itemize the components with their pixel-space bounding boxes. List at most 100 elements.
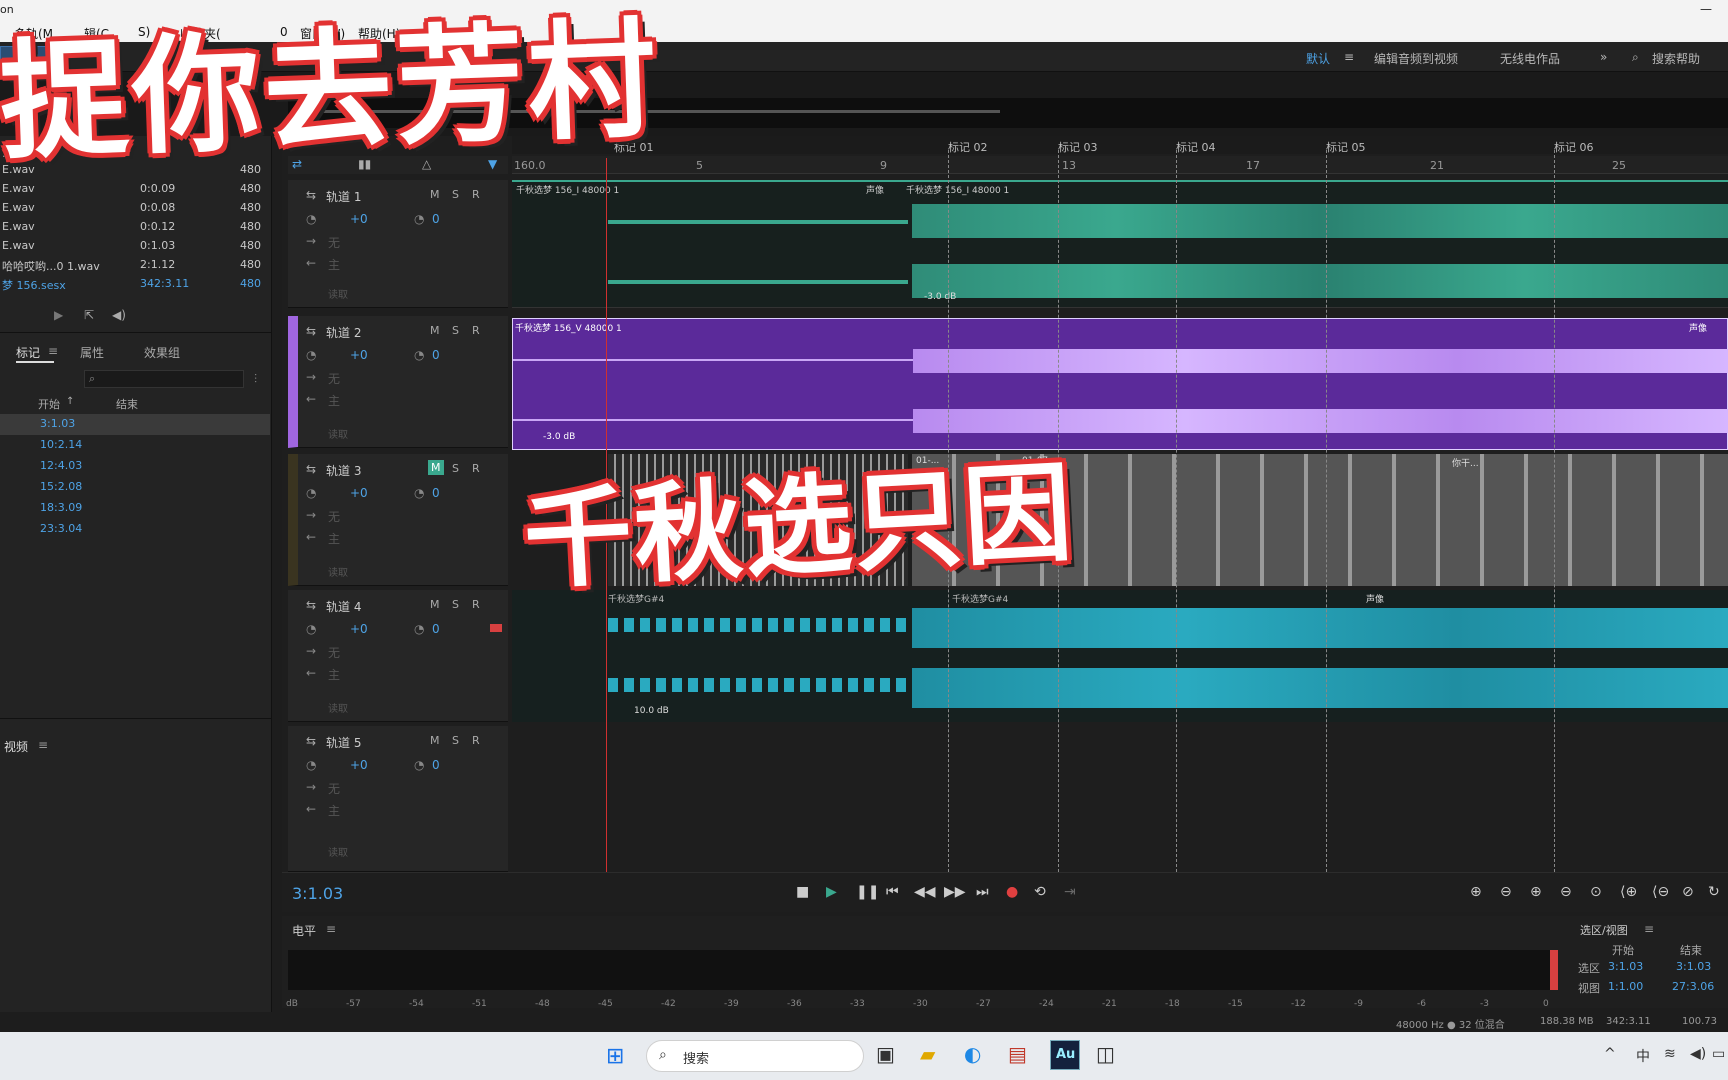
current-time[interactable]: 3:1.03	[292, 884, 343, 903]
battery-icon[interactable]: ▭	[1712, 1046, 1725, 1062]
windows-start-icon[interactable]: ⊞	[606, 1044, 624, 1069]
track-name[interactable]: 轨道 5	[326, 734, 361, 751]
skip-selection-icon[interactable]: ⇥	[1064, 884, 1076, 900]
selection-end[interactable]: 3:1.03	[1676, 960, 1711, 973]
play-preview-icon[interactable]: ▶	[54, 308, 63, 322]
search-icon[interactable]: ⌕	[1632, 50, 1639, 65]
markers-menu-icon[interactable]: ≡	[48, 344, 58, 358]
clip-title[interactable]: 千秋选梦G#4	[952, 592, 1008, 605]
track-lane-5[interactable]	[512, 726, 1728, 872]
track-move-icon[interactable]: ⇆	[306, 598, 316, 612]
pan-value[interactable]: 0	[432, 348, 440, 362]
track-move-icon[interactable]: ⇆	[306, 734, 316, 748]
col-end[interactable]: 结束	[116, 396, 138, 412]
clip-title[interactable]: 千秋选梦 156_I 48000 1	[906, 183, 1009, 196]
input-select[interactable]: 无	[328, 780, 340, 797]
track-name[interactable]: 轨道 2	[326, 324, 361, 341]
volume-value[interactable]: +0	[350, 758, 368, 772]
list-item-active[interactable]: 梦 156.sesx 342:3.11 480	[0, 274, 265, 293]
automation-mode[interactable]: 读取	[328, 286, 348, 301]
tab-effects-rack[interactable]: 效果组	[144, 344, 180, 361]
tab-properties[interactable]: 属性	[80, 344, 104, 361]
automation-mode[interactable]: 读取	[328, 426, 348, 441]
time-ruler[interactable]: 160.0 5 9 13 17 21 25	[512, 156, 1728, 174]
marker-4[interactable]: 标记 04	[1176, 139, 1216, 155]
solo-button[interactable]: S	[452, 324, 459, 337]
record-icon[interactable]: ●	[1006, 884, 1018, 900]
clip-title[interactable]: 你干...	[1452, 456, 1479, 469]
edge-icon[interactable]: ◐	[964, 1042, 981, 1066]
track-lane-4[interactable]: 千秋选梦G#4 千秋选梦G#4 声像 10.0 dB	[512, 590, 1728, 722]
mute-button[interactable]: M	[430, 598, 440, 611]
volume-knob-icon[interactable]: ◔	[306, 486, 316, 500]
skip-back-icon[interactable]: ⏮	[886, 884, 899, 900]
pan-knob-icon[interactable]: ◔	[414, 758, 424, 772]
zoom-out-point-icon[interactable]: ⊘	[1682, 884, 1694, 900]
list-item[interactable]: E.wav 0:0.12 480	[0, 217, 265, 236]
more-workspaces-icon[interactable]: »	[1600, 50, 1607, 64]
track-move-icon[interactable]: ⇆	[306, 324, 316, 338]
list-item[interactable]: E.wav 0:1.03 480	[0, 236, 265, 255]
zoom-out-time-icon[interactable]: ⊖	[1560, 884, 1572, 900]
video-menu-icon[interactable]: ≡	[38, 738, 48, 752]
minimize-button[interactable]: —	[1700, 2, 1712, 16]
rewind-icon[interactable]: ◀◀	[914, 884, 936, 900]
volume-knob-icon[interactable]: ◔	[306, 622, 316, 636]
track-move-icon[interactable]: ⇆	[306, 188, 316, 202]
view-end[interactable]: 27:3.06	[1672, 980, 1714, 993]
track-header-3[interactable]: ⇆ 轨道 3 M S R ◔ +0 ◔ 0 → 无 ← 主 读取	[288, 454, 508, 586]
pan-value[interactable]: 0	[432, 486, 440, 500]
solo-button[interactable]: S	[452, 598, 459, 611]
wifi-icon[interactable]: ≋	[1664, 1046, 1676, 1062]
automation-mode[interactable]: 读取	[328, 844, 348, 859]
track-move-icon[interactable]: ⇆	[306, 462, 316, 476]
zoom-selection-icon[interactable]: ⟨⊕	[1620, 884, 1637, 900]
loop-icon[interactable]: ⟲	[1034, 884, 1046, 900]
zoom-out-amplitude-icon[interactable]: ⊖	[1500, 884, 1512, 900]
clip-pan-label[interactable]: 声像	[1689, 321, 1707, 334]
input-select[interactable]: 无	[328, 644, 340, 661]
list-item[interactable]: E.wav 0:0.08 480	[0, 198, 265, 217]
solo-button[interactable]: S	[452, 734, 459, 747]
clip-gain[interactable]: -3.0 dB	[543, 432, 575, 442]
output-select[interactable]: 主	[328, 392, 340, 409]
volume-value[interactable]: +0	[350, 348, 368, 362]
pan-value[interactable]: 0	[432, 212, 440, 226]
stop-icon[interactable]: ■	[796, 884, 809, 900]
speaker-icon[interactable]: ◀)	[1690, 1046, 1706, 1062]
workspace-default[interactable]: 默认	[1306, 50, 1330, 67]
volume-value[interactable]: +0	[350, 212, 368, 226]
output-select[interactable]: 主	[328, 530, 340, 547]
list-item[interactable]: 哈哈哎哟...0 1.wav 2:1.12 480	[0, 255, 265, 274]
workspace-radio[interactable]: 无线电作品	[1500, 50, 1560, 67]
volume-value[interactable]: +0	[350, 622, 368, 636]
track-name[interactable]: 轨道 1	[326, 188, 361, 205]
pan-value[interactable]: 0	[432, 758, 440, 772]
volume-value[interactable]: +0	[350, 486, 368, 500]
marker-6[interactable]: 标记 06	[1554, 139, 1594, 155]
output-select[interactable]: 主	[328, 666, 340, 683]
clip-indicator[interactable]	[1550, 950, 1558, 990]
mute-button[interactable]: M	[430, 734, 440, 747]
pan-value[interactable]: 0	[432, 622, 440, 636]
mute-button-active[interactable]: M	[428, 460, 444, 475]
pan-knob-icon[interactable]: ◔	[414, 486, 424, 500]
col-start[interactable]: 开始	[38, 396, 60, 412]
record-arm-button[interactable]: R	[472, 188, 480, 201]
automation-mode[interactable]: 读取	[328, 700, 348, 715]
task-view-icon[interactable]: ▣	[876, 1042, 895, 1066]
volume-knob-icon[interactable]: ◔	[306, 348, 316, 362]
clip-pan-label[interactable]: 声像	[1366, 592, 1384, 605]
marker-search-input[interactable]: ⌕	[84, 370, 244, 388]
pan-knob-icon[interactable]: ◔	[414, 212, 424, 226]
search-help[interactable]: 搜索帮助	[1652, 50, 1700, 67]
record-arm-button[interactable]: R	[472, 462, 480, 475]
tray-expand-icon[interactable]: ^	[1604, 1046, 1616, 1062]
levels-menu-icon[interactable]: ≡	[326, 922, 336, 936]
output-select[interactable]: 主	[328, 256, 340, 273]
loop-preview-icon[interactable]: ⇱	[84, 308, 94, 322]
clip-gain[interactable]: 10.0 dB	[634, 706, 669, 716]
track-header-4[interactable]: ⇆ 轨道 4 M S R ◔ +0 ◔ 0 → 无 ← 主 读取	[288, 590, 508, 722]
app-icon[interactable]: ▤	[1008, 1042, 1027, 1066]
audition-app-icon[interactable]: Au	[1050, 1040, 1080, 1070]
